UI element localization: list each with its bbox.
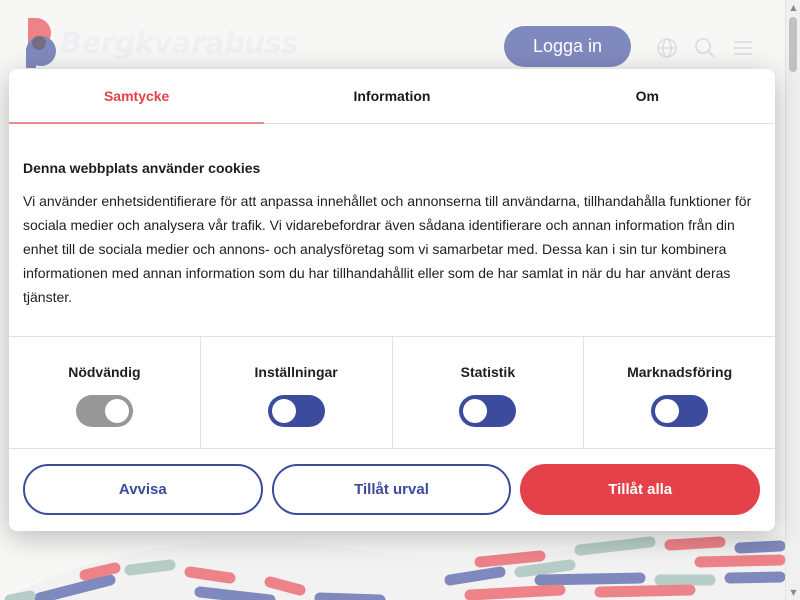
toggle-knob: [655, 399, 680, 423]
allow-all-button[interactable]: Tillåt alla: [520, 464, 761, 515]
consent-actions: Avvisa Tillåt urval Tillåt alla: [9, 449, 775, 515]
consent-heading: Denna webbplats använder cookies: [23, 160, 261, 176]
tab-om[interactable]: Om: [520, 69, 775, 123]
scroll-up-icon[interactable]: ▲: [789, 3, 798, 12]
toggle-knob: [463, 399, 488, 423]
preferences-toggle[interactable]: [267, 395, 325, 427]
consent-content: Denna webbplats använder cookies Vi anvä…: [9, 124, 775, 336]
allow-selection-button[interactable]: Tillåt urval: [271, 464, 512, 515]
toggle-label-marketing: Marknadsföring: [627, 364, 733, 380]
toggle-label-necessary: Nödvändig: [68, 364, 141, 380]
toggle-cell-necessary: Nödvändig: [9, 337, 201, 448]
scroll-down-icon[interactable]: ▼: [789, 588, 798, 597]
toggle-cell-preferences: Inställningar: [201, 337, 393, 448]
toggle-cell-marketing: Marknadsföring: [584, 337, 775, 448]
toggle-knob: [104, 399, 129, 423]
dialog-tabs: Samtycke Information Om: [9, 69, 775, 124]
necessary-toggle: [75, 395, 133, 427]
scroll-thumb[interactable]: [789, 17, 797, 72]
toggle-label-preferences: Inställningar: [254, 364, 338, 380]
toggle-label-statistics: Statistik: [460, 364, 516, 380]
tab-information[interactable]: Information: [264, 69, 519, 123]
statistics-toggle[interactable]: [459, 395, 517, 427]
consent-toggles: Nödvändig Inställningar Statistik Markna…: [9, 336, 775, 449]
reject-button[interactable]: Avvisa: [23, 464, 263, 515]
page-scrollbar[interactable]: ▲ ▼: [785, 0, 800, 600]
consent-body: Vi använder enhetsidentifierare för att …: [23, 193, 752, 305]
cookie-consent-dialog: Samtycke Information Om Denna webbplats …: [9, 69, 775, 531]
tab-samtycke[interactable]: Samtycke: [9, 69, 265, 124]
toggle-cell-statistics: Statistik: [393, 337, 585, 448]
toggle-knob: [271, 399, 296, 423]
marketing-toggle[interactable]: [651, 395, 709, 427]
